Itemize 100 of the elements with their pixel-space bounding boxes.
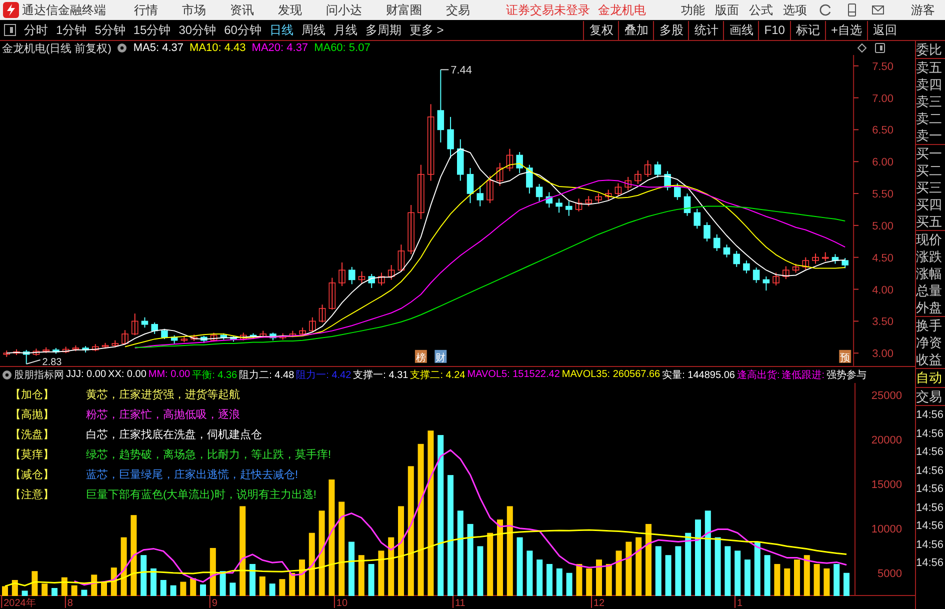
period-tab[interactable]: 30分钟 xyxy=(174,22,220,38)
candlestick xyxy=(546,192,553,208)
axis-tick xyxy=(853,320,860,322)
auto-toggle[interactable]: 自动 xyxy=(916,369,945,388)
diamond-icon[interactable] xyxy=(857,43,867,53)
candlestick xyxy=(32,348,40,356)
toolbar-button[interactable]: 返回 xyxy=(867,20,902,40)
trade-time: 14:56 xyxy=(916,426,945,442)
moving-average-value: MA5: 4.37 xyxy=(133,42,184,54)
candlestick xyxy=(3,350,10,358)
settings-icon[interactable] xyxy=(2,370,12,380)
candlestick xyxy=(566,200,572,216)
price-axis-label: 5.00 xyxy=(872,220,894,232)
toolbar-button[interactable]: 标记 xyxy=(790,20,825,40)
high-price-label: 7.44 xyxy=(450,64,472,77)
candlestick xyxy=(42,346,50,354)
menu-item[interactable]: 资讯 xyxy=(230,2,254,18)
period-tab[interactable]: 月线 xyxy=(329,22,362,38)
candlestick xyxy=(526,164,533,194)
candlestick xyxy=(762,276,770,292)
candlestick xyxy=(102,342,109,350)
candlestick xyxy=(190,334,198,342)
period-tab[interactable]: 多周期 xyxy=(361,22,406,38)
indicator-name: 股朋指标网 xyxy=(14,368,64,382)
candlestick xyxy=(812,253,819,264)
toolbar-button[interactable]: +自选 xyxy=(824,20,867,40)
period-tab[interactable]: 日线 xyxy=(265,22,298,38)
menu-item[interactable]: 行情 xyxy=(134,2,158,18)
candlestick xyxy=(694,208,701,230)
trade-time: 14:56 xyxy=(916,538,945,552)
menu-item[interactable]: 市场 xyxy=(182,2,206,18)
candlestick xyxy=(516,152,523,174)
period-tab[interactable]: 60分钟 xyxy=(220,22,266,38)
period-tab[interactable]: 更多 > xyxy=(405,22,448,38)
phone-icon[interactable] xyxy=(845,3,859,17)
candlestick xyxy=(752,267,760,284)
candlestick xyxy=(664,170,671,191)
event-marker: 榜 xyxy=(414,350,427,364)
panel-toggle-icon[interactable] xyxy=(875,43,885,53)
event-marker: 财 xyxy=(434,350,447,364)
quote-label: 卖一 xyxy=(916,127,945,145)
toolbar-button[interactable]: 统计 xyxy=(688,20,724,40)
quote-label: 买五 xyxy=(916,213,945,231)
candlestick xyxy=(743,260,750,274)
candlestick xyxy=(240,332,247,341)
candlestick xyxy=(299,327,306,336)
candlestick xyxy=(585,196,592,207)
candlestick xyxy=(713,234,720,252)
period-tab[interactable]: 1分钟 xyxy=(52,22,91,38)
time-axis-tick xyxy=(734,596,736,608)
moving-average-value: MA10: 4.43 xyxy=(190,42,246,54)
period-tab[interactable]: 分时 xyxy=(20,22,52,38)
moving-average-value: MA60: 5.07 xyxy=(314,42,370,54)
settings-icon[interactable] xyxy=(117,43,128,53)
time-axis-tick xyxy=(209,596,210,608)
axis-tick xyxy=(853,256,860,258)
candlestick xyxy=(72,344,80,352)
toolbar-button[interactable]: 复权 xyxy=(583,20,618,40)
quote-label: 卖三 xyxy=(916,93,943,110)
legend-tag: 【加仓】 xyxy=(10,386,86,402)
legend-tag: 【莫痒】 xyxy=(10,446,86,462)
toolbar-button[interactable]: 多股 xyxy=(653,20,688,40)
menu-item[interactable]: 问小达 xyxy=(326,2,362,18)
legend-tag: 【洗盘】 xyxy=(10,426,86,442)
period-tab[interactable]: 5分钟 xyxy=(90,22,130,38)
toolbar-button[interactable]: 叠加 xyxy=(618,20,654,40)
candlestick xyxy=(200,335,208,344)
toolbar-button[interactable]: F10 xyxy=(758,20,790,40)
indicator-value: 支撑一: 4.31 xyxy=(353,368,408,382)
candlestick xyxy=(506,148,514,172)
axis-tick xyxy=(853,161,860,162)
toolbar-button[interactable]: 画线 xyxy=(723,20,758,40)
menu-item[interactable]: 财富圈 xyxy=(386,2,422,18)
period-tab[interactable]: 15分钟 xyxy=(129,22,175,38)
mail-icon[interactable] xyxy=(871,3,885,17)
menu-item[interactable]: 交易 xyxy=(446,2,470,18)
time-axis-label: 10 xyxy=(336,598,348,609)
period-tab[interactable]: 周线 xyxy=(297,22,330,38)
axis-tick xyxy=(853,193,860,194)
user-label[interactable]: 游客 xyxy=(911,2,935,18)
menu-item[interactable]: 版面 xyxy=(715,2,739,18)
refresh-icon[interactable] xyxy=(819,3,833,17)
menu-item[interactable]: 选项 xyxy=(783,2,807,18)
menu-item[interactable]: 功能 xyxy=(681,2,705,18)
menu-item[interactable]: 发现 xyxy=(278,2,302,18)
quote-label: 总量 xyxy=(916,282,943,299)
login-status[interactable]: 证券交易未登录 xyxy=(506,2,590,18)
panel-toggle-icon[interactable] xyxy=(4,24,16,36)
candlestick xyxy=(674,182,681,200)
time-axis-label: 12 xyxy=(594,598,605,609)
event-marker: 预 xyxy=(839,350,852,364)
candlestick xyxy=(398,244,405,272)
legend-text: 绿芯，趋势破，离场急，比耐力，等止跌，莫手痒! xyxy=(86,448,332,462)
candlestick xyxy=(575,198,582,212)
axis-tick xyxy=(853,224,860,226)
axis-tick xyxy=(853,65,860,66)
menu-item[interactable]: 公式 xyxy=(749,2,773,18)
price-axis-label: 7.00 xyxy=(872,92,894,105)
legend-tag: 【高抛】 xyxy=(10,406,86,422)
candlestick xyxy=(279,332,286,340)
